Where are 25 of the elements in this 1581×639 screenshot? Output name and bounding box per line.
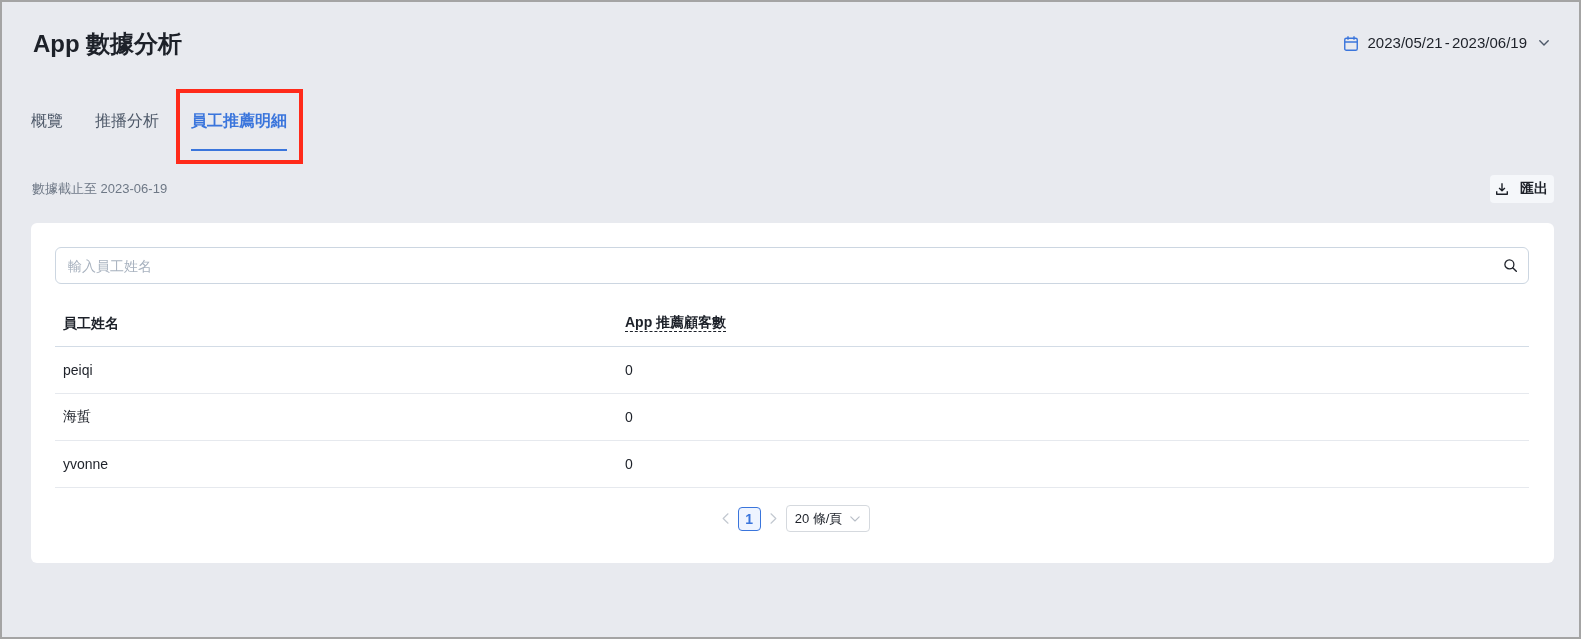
table-cell-text: 0	[624, 456, 634, 472]
date-range-picker[interactable]: 2023/05/21 - 2023/06/19	[1343, 33, 1554, 53]
chevron-right-icon	[769, 513, 777, 524]
tab[interactable]: 員工推薦明細	[191, 110, 287, 151]
chevron-down-icon	[1539, 40, 1549, 46]
table-cell-text: 0	[624, 409, 634, 425]
chevron-down-icon	[850, 515, 861, 522]
page-button[interactable]: 1	[737, 506, 761, 531]
tab[interactable]: 推播分析	[95, 110, 159, 151]
search-icon	[1504, 259, 1517, 272]
column-header: 員工姓名	[63, 314, 119, 332]
page-size-select[interactable]: 20 條/頁	[785, 505, 871, 532]
chevron-left-icon	[721, 513, 729, 524]
export-button[interactable]: 匯出	[1490, 175, 1554, 203]
data-cutoff-note: 數據截止至 2023-06-19	[31, 180, 168, 198]
table-cell-text: peiqi	[62, 362, 94, 378]
tab[interactable]: 概覽	[31, 110, 63, 151]
table-cell-text: 0	[624, 362, 634, 378]
page-title: App 數據分析	[33, 29, 183, 59]
download-icon	[1496, 183, 1508, 195]
column-header: App 推薦顧客數	[625, 314, 727, 332]
table-cell-text: 海蜇	[62, 408, 92, 426]
calendar-icon	[1343, 35, 1358, 51]
search-field[interactable]: 輸入員工姓名	[55, 247, 1529, 284]
table-cell-text: yvonne	[62, 456, 110, 472]
